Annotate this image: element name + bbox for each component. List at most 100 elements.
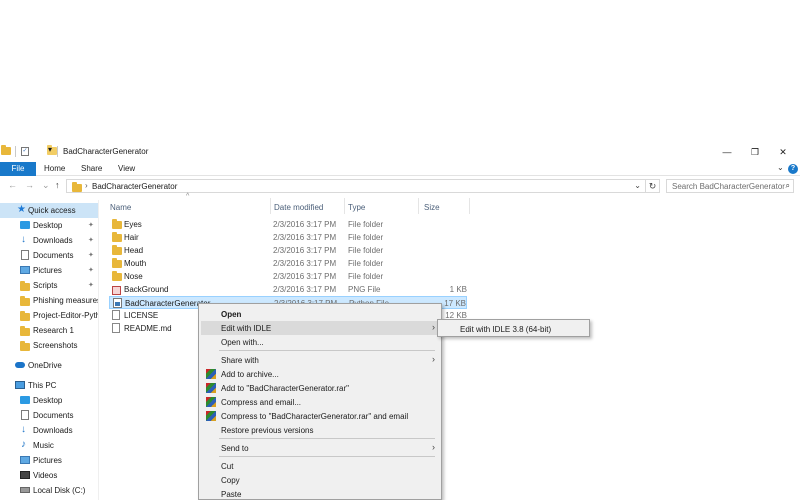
refresh-button[interactable]: ↻: [646, 179, 660, 193]
forward-arrow-icon[interactable]: →: [25, 180, 34, 190]
menu-item-copy[interactable]: Copy: [201, 473, 439, 487]
file-row[interactable]: Eyes 2/3/2016 3:17 PM File folder: [109, 218, 467, 231]
nav-item-label: Downloads: [33, 426, 73, 435]
pictures-icon: [20, 456, 30, 464]
address-folder-icon: [72, 182, 82, 192]
search-box[interactable]: Search BadCharacterGenerator ⌕: [666, 179, 794, 193]
nav-item-pictures[interactable]: Pictures ✦: [0, 263, 98, 278]
nav-item-label: Desktop: [33, 221, 63, 230]
nav-item-local-disk[interactable]: Local Disk (C:): [0, 483, 98, 498]
nav-item-research-1[interactable]: Research 1: [0, 323, 98, 338]
nav-item-label: Documents: [33, 251, 74, 260]
restore-button[interactable]: ❐: [740, 145, 770, 159]
file-date: 2/3/2016 3:17 PM: [273, 246, 337, 255]
nav-item-onedrive[interactable]: OneDrive: [0, 358, 98, 373]
menu-item-paste[interactable]: Paste: [201, 487, 439, 500]
up-arrow-icon[interactable]: ↑: [55, 180, 60, 190]
folder-icon: [112, 232, 122, 242]
nav-item-phishing-measures[interactable]: Phishing measures: [0, 293, 98, 308]
title-bar: ✓ ▾ BadCharacterGenerator — ❐ ✕: [0, 142, 800, 162]
back-arrow-icon[interactable]: ←: [8, 180, 17, 190]
submenu-arrow-icon: ›: [432, 322, 435, 332]
nav-item-pc-documents[interactable]: Documents: [0, 408, 98, 423]
file-date: 2/3/2016 3:17 PM: [273, 233, 337, 242]
nav-item-label: Research 1: [33, 326, 74, 335]
menu-item-label: Cut: [221, 462, 234, 471]
menu-item-label: Edit with IDLE 3.8 (64-bit): [460, 325, 552, 334]
menu-item-compress-and-email[interactable]: Compress and email...: [201, 395, 439, 409]
file-date: 2/3/2016 3:17 PM: [273, 259, 337, 268]
recent-locations-chevron-icon[interactable]: ⌄: [42, 180, 50, 191]
address-bar[interactable]: › BadCharacterGenerator ⌄: [66, 179, 646, 193]
menu-item-edit-with-idle-38[interactable]: Edit with IDLE 3.8 (64-bit): [440, 321, 587, 336]
menu-item-label: Paste: [221, 490, 242, 499]
breadcrumb-chevron-icon[interactable]: ›: [85, 181, 88, 190]
submenu-arrow-icon: ›: [432, 354, 435, 364]
folder-icon: [112, 219, 122, 229]
menu-item-open-with[interactable]: Open with...: [201, 335, 439, 349]
nav-item-pc-pictures[interactable]: Pictures: [0, 453, 98, 468]
menu-item-add-to-archive[interactable]: Add to archive...: [201, 367, 439, 381]
nav-item-label: Local Disk (C:): [33, 486, 86, 495]
nav-item-screenshots[interactable]: Screenshots: [0, 338, 98, 353]
navigation-pane[interactable]: ★ Quick access Desktop ✦ ↓ Downloads ✦ D…: [0, 200, 99, 500]
help-icon[interactable]: ?: [788, 164, 798, 174]
menu-item-restore-previous-versions[interactable]: Restore previous versions: [201, 423, 439, 437]
menu-item-label: Restore previous versions: [221, 426, 314, 435]
nav-item-downloads[interactable]: ↓ Downloads ✦: [0, 233, 98, 248]
tab-view[interactable]: View: [118, 162, 135, 176]
nav-item-pc-downloads[interactable]: ↓ Downloads: [0, 423, 98, 438]
expand-ribbon-icon[interactable]: ⌄: [777, 163, 784, 172]
nav-item-documents[interactable]: Documents ✦: [0, 248, 98, 263]
file-name: Nose: [124, 272, 143, 281]
nav-item-label: Project-Editor-Pyth: [33, 311, 99, 320]
tab-home[interactable]: Home: [44, 162, 65, 176]
tab-share[interactable]: Share: [81, 162, 102, 176]
nav-item-label: Desktop: [33, 396, 63, 405]
folder-icon: [20, 281, 30, 291]
menu-item-compress-to-rar-and-email[interactable]: Compress to "BadCharacterGenerator.rar" …: [201, 409, 439, 423]
search-input[interactable]: Search BadCharacterGenerator: [672, 182, 785, 191]
properties-icon[interactable]: ✓: [21, 147, 29, 156]
file-row[interactable]: Mouth 2/3/2016 3:17 PM File folder: [109, 257, 467, 270]
file-date: 2/3/2016 3:17 PM: [273, 220, 337, 229]
menu-item-send-to[interactable]: Send to ›: [201, 441, 439, 455]
nav-item-desktop[interactable]: Desktop ✦: [0, 218, 98, 233]
breadcrumb-current[interactable]: BadCharacterGenerator: [92, 182, 177, 191]
file-row[interactable]: Nose 2/3/2016 3:17 PM File folder: [109, 270, 467, 283]
tab-file[interactable]: File: [0, 162, 36, 176]
nav-item-label: Downloads: [33, 236, 73, 245]
nav-item-pc-desktop[interactable]: Desktop: [0, 393, 98, 408]
file-row[interactable]: BackGround 2/3/2016 3:17 PM PNG File 1 K…: [109, 283, 467, 296]
menu-item-cut[interactable]: Cut: [201, 459, 439, 473]
nav-item-music[interactable]: ♪ Music: [0, 438, 98, 453]
nav-item-label: Screenshots: [33, 341, 78, 350]
file-name: Head: [124, 246, 144, 255]
nav-item-quick-access[interactable]: ★ Quick access: [0, 203, 98, 218]
nav-item-project-editor[interactable]: Project-Editor-Pyth: [0, 308, 99, 323]
menu-item-open[interactable]: Open: [201, 307, 439, 321]
file-name: LICENSE: [124, 311, 159, 320]
minimize-button[interactable]: —: [712, 145, 742, 159]
png-file-icon: [112, 286, 121, 295]
nav-item-scripts[interactable]: Scripts ✦: [0, 278, 98, 293]
nav-item-this-pc[interactable]: This PC: [0, 378, 98, 393]
file-row[interactable]: Head 2/3/2016 3:17 PM File folder: [109, 244, 467, 257]
customize-toolbar-dropdown[interactable]: ▾: [48, 145, 52, 154]
file-name: Eyes: [124, 220, 142, 229]
menu-item-edit-with-idle[interactable]: Edit with IDLE ›: [201, 321, 439, 335]
nav-item-label: Music: [33, 441, 54, 450]
title-separator: [57, 146, 58, 157]
address-dropdown-icon[interactable]: ⌄: [634, 181, 641, 190]
menu-item-label: Edit with IDLE: [221, 324, 272, 333]
desktop-icon: [20, 396, 30, 404]
file-type: File folder: [348, 246, 384, 255]
menu-item-label: Share with: [221, 356, 259, 365]
nav-item-videos[interactable]: Videos: [0, 468, 98, 483]
nav-item-label: Quick access: [28, 206, 76, 215]
menu-item-add-to-rar[interactable]: Add to "BadCharacterGenerator.rar": [201, 381, 439, 395]
folder-icon: [20, 326, 30, 336]
menu-item-share-with[interactable]: Share with ›: [201, 353, 439, 367]
file-row[interactable]: Hair 2/3/2016 3:17 PM File folder: [109, 231, 467, 244]
close-button[interactable]: ✕: [768, 145, 798, 159]
